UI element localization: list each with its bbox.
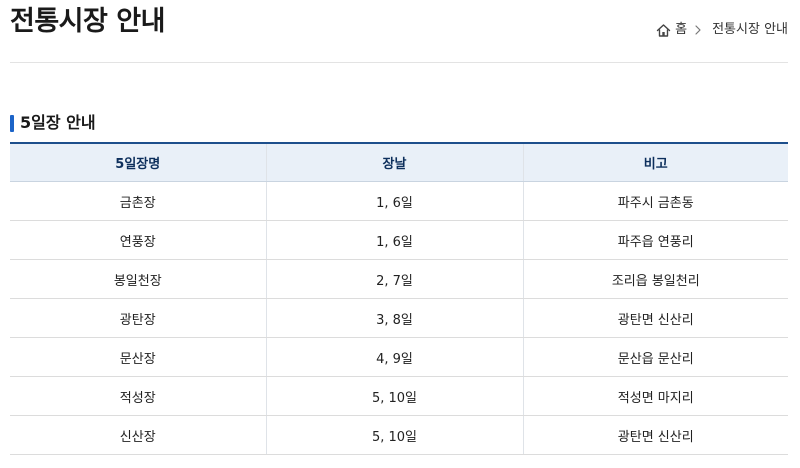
table-cell-note: 파주시 금촌동: [523, 181, 788, 221]
table-header-cell: 5일장명: [10, 142, 267, 182]
section-title-text: 5일장 안내: [20, 113, 96, 133]
table-cell-note: 적성면 마지리: [523, 376, 788, 416]
table-cell-market: 광탄장: [10, 298, 267, 338]
breadcrumb: 홈 전통시장 안내: [656, 20, 788, 40]
table-cell-note: 광탄면 신산리: [523, 415, 788, 455]
table-cell-days: 2, 7일: [266, 259, 524, 299]
table-cell-days: 3, 8일: [266, 298, 524, 338]
table-row: 봉일천장 2, 7일 조리읍 봉일천리: [10, 259, 788, 299]
table-cell-days: 4, 9일: [266, 337, 524, 377]
home-icon[interactable]: [656, 23, 671, 38]
table-row: 연풍장 1, 6일 파주읍 연풍리: [10, 220, 788, 260]
page-title: 전통시장 안내: [10, 6, 165, 37]
table-header-cell: 비고: [523, 142, 788, 182]
table-cell-market: 금촌장: [10, 181, 267, 221]
table-cell-days: 1, 6일: [266, 181, 524, 221]
table-cell-market: 신산장: [10, 415, 267, 455]
table-cell-days: 5, 10일: [266, 376, 524, 416]
table-cell-days: 5, 10일: [266, 415, 524, 455]
table-row: 신산장 5, 10일 광탄면 신산리: [10, 415, 788, 455]
table-cell-note: 조리읍 봉일천리: [523, 259, 788, 299]
table-header-cell: 장날: [266, 142, 524, 182]
table-cell-market: 문산장: [10, 337, 267, 377]
table-cell-note: 광탄면 신산리: [523, 298, 788, 338]
table-cell-note: 문산읍 문산리: [523, 337, 788, 377]
table-header-row: 5일장명 장날 비고: [10, 142, 788, 182]
table-row: 금촌장 1, 6일 파주시 금촌동: [10, 181, 788, 221]
header-divider: [10, 62, 788, 63]
table-cell-market: 봉일천장: [10, 259, 267, 299]
section-title-bar: [10, 114, 14, 132]
table-cell-market: 연풍장: [10, 220, 267, 260]
table-cell-market: 적성장: [10, 376, 267, 416]
table-cell-note: 파주읍 연풍리: [523, 220, 788, 260]
breadcrumb-current: 전통시장 안내: [712, 22, 788, 37]
market-table: 5일장명 장날 비고 금촌장 1, 6일 파주시 금촌동 연풍장 1, 6일 파…: [10, 142, 788, 455]
table-cell-days: 1, 6일: [266, 220, 524, 260]
table-row: 문산장 4, 9일 문산읍 문산리: [10, 337, 788, 377]
table-row: 적성장 5, 10일 적성면 마지리: [10, 376, 788, 416]
breadcrumb-home-link[interactable]: 홈: [675, 20, 687, 40]
chevron-right-icon: [694, 25, 702, 35]
section-title: 5일장 안내: [10, 112, 96, 134]
table-row: 광탄장 3, 8일 광탄면 신산리: [10, 298, 788, 338]
